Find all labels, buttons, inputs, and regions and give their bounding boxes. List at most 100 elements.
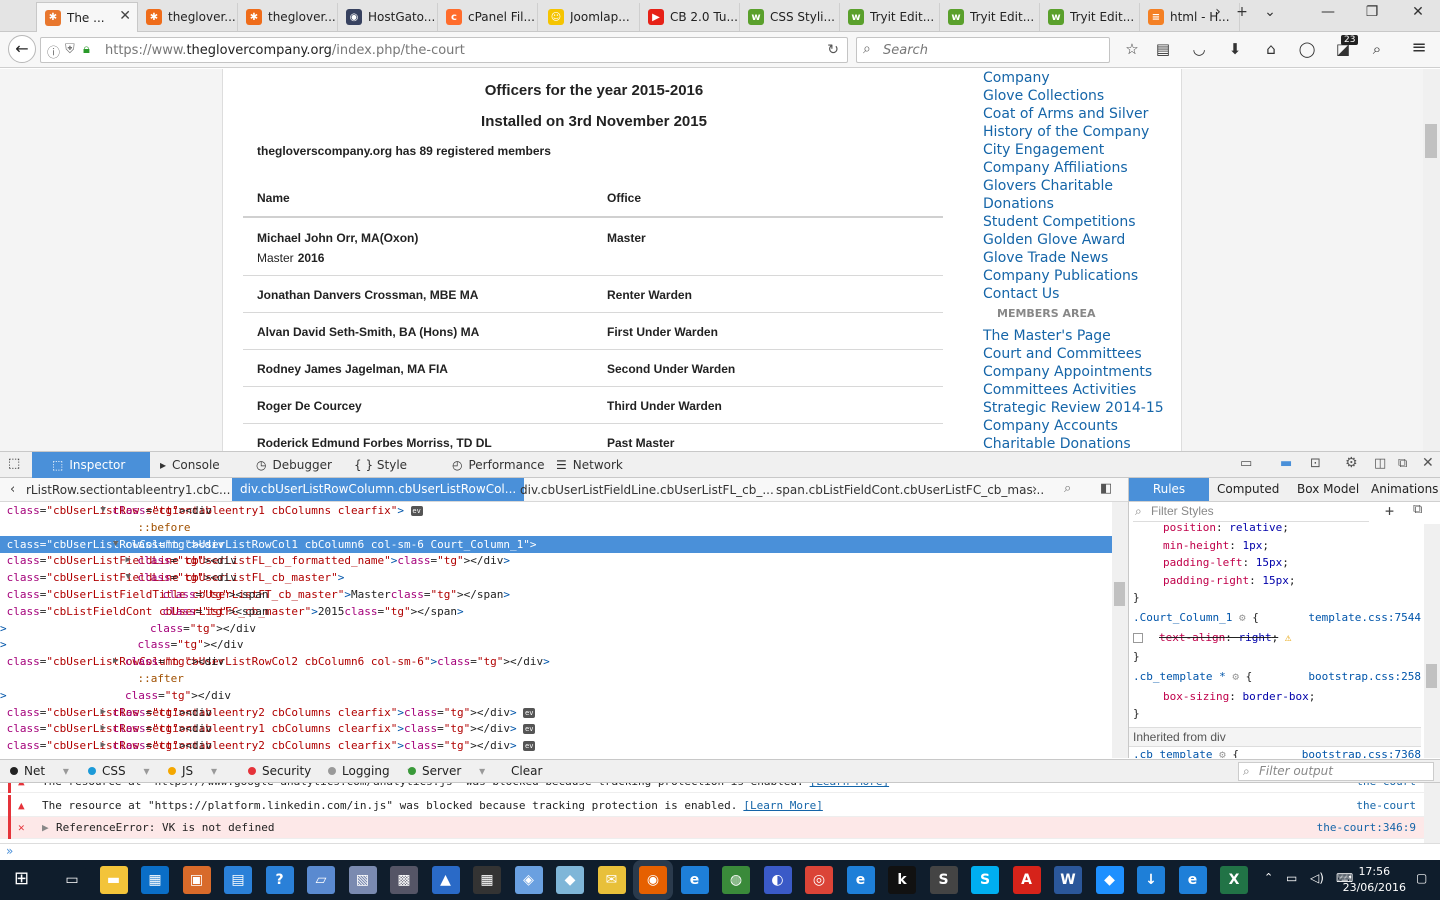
messenger-icon[interactable]: ◆ — [1095, 866, 1124, 894]
markup-line[interactable]: ::before — [0, 519, 1112, 536]
search-bar[interactable]: ⌕ Search — [856, 37, 1110, 63]
element-picker-icon[interactable]: ⬚ — [8, 456, 20, 471]
word-icon[interactable]: W — [1054, 866, 1082, 894]
sidebar-link[interactable]: Company — [983, 70, 1050, 86]
sidebar-link[interactable]: Company Publications — [983, 268, 1138, 284]
browser-tab[interactable]: ✱ theglover... — [138, 3, 238, 31]
markup-line[interactable]: class="tg"></div > — [0, 620, 1112, 637]
console-filter-security[interactable]: Security ▾ — [248, 764, 335, 778]
undock-icon[interactable]: ⧉ — [1398, 456, 1407, 471]
acrobat-icon[interactable]: A — [1012, 866, 1041, 894]
minimize-icon[interactable]: — — [1306, 4, 1350, 26]
browser-tab[interactable]: w CSS Styli... — [740, 3, 840, 31]
learn-more-link[interactable]: [Learn More] — [810, 783, 889, 788]
reading-list-icon[interactable]: ▤ — [1153, 40, 1173, 60]
breadcrumb-item[interactable]: rListRow.sectiontableentry1.cbC... — [26, 483, 230, 497]
pseudo-class-toggle-icon[interactable]: ⧉ — [1413, 502, 1422, 517]
rules-tab[interactable]: Rules — [1129, 478, 1209, 501]
system-clock[interactable]: 17:56 23/06/2016 — [1343, 864, 1406, 896]
breadcrumb-item[interactable]: div.cbUserListFieldLine.cbUserListFL_cb_… — [520, 483, 774, 497]
sidebar-link[interactable]: Golden Glove Award — [983, 232, 1125, 248]
markup-line[interactable]: ▶ class="tg"><div class="cbUserListFieldL… — [0, 552, 1112, 569]
console-filter-css[interactable]: CSS ▾ — [88, 764, 149, 778]
markup-expander-icon[interactable]: ▼ — [113, 536, 118, 553]
maximize-icon[interactable]: ❐ — [1350, 4, 1394, 26]
console-filter-js[interactable]: JS ▾ — [168, 764, 217, 778]
sidebar-link[interactable]: Committees Activities — [983, 382, 1136, 398]
event-badge-icon[interactable]: ev — [523, 724, 536, 735]
app-icon-3[interactable]: ▱ — [307, 866, 335, 894]
tab-style-editor[interactable]: { } Style Editor — [334, 452, 432, 498]
chat-icon[interactable]: ◯ — [1297, 40, 1317, 60]
responsive-mode-icon[interactable]: ▭ — [1240, 456, 1252, 471]
markup-expander-icon[interactable]: ▶ — [101, 720, 106, 737]
sidebar-link[interactable]: Court and Committees — [983, 346, 1142, 362]
markup-expander-icon[interactable]: ▶ — [101, 704, 106, 721]
expand-stack-icon[interactable]: ▶ — [42, 817, 49, 839]
new-tab-icon[interactable]: + — [1230, 4, 1254, 26]
tab-performance[interactable]: ◴ Performance — [432, 452, 545, 478]
download-icon[interactable]: ⬇ — [1225, 40, 1245, 60]
ie-icon[interactable]: e — [1178, 866, 1207, 894]
markup-expander-icon[interactable]: ▼ — [101, 502, 106, 519]
dock-side-icon[interactable]: ◫ — [1374, 456, 1386, 471]
rules-tab[interactable]: Box Model — [1297, 478, 1359, 501]
add-rule-icon[interactable]: + — [1385, 502, 1394, 520]
url-text[interactable]: https://www.theglovercompany.org/index.p… — [105, 43, 465, 58]
rules-tab[interactable]: Computed — [1217, 478, 1279, 501]
markup-line[interactable]: ▶ class="tg"><div class="cbUserListRow se… — [0, 737, 1112, 754]
firefox-icon[interactable]: ◉ — [639, 866, 667, 894]
console-source-link[interactable]: the-court:346:9 — [1317, 817, 1416, 839]
address-bar[interactable]: ⓘ ⛨ 🔒︎ https://www.theglovercompany.org/… — [40, 37, 848, 63]
browser-tab[interactable]: ✱ theglover... — [238, 3, 338, 31]
sidebar-link[interactable]: City Engagement — [983, 142, 1104, 158]
browser-tab[interactable]: w Tryit Edit... — [940, 3, 1040, 31]
sidebar-link[interactable]: Charitable Donations — [983, 436, 1131, 451]
app-icon-9[interactable]: ✉ — [597, 866, 626, 894]
excel-icon[interactable]: X — [1220, 866, 1248, 894]
edge-icon-2[interactable]: e — [846, 866, 875, 894]
console-filter-server[interactable]: Server ▾ — [408, 764, 485, 778]
sidebar-link[interactable]: Student Competitions — [983, 214, 1136, 230]
breadcrumb-item[interactable]: span.cbListFieldCont.cbUserListFC_cb_mas… — [776, 483, 1044, 497]
sidebar-link[interactable]: Glovers Charitable — [983, 178, 1113, 194]
browser-tab[interactable]: w Tryit Edit... — [840, 3, 940, 31]
markup-expander-icon[interactable]: ▶ — [126, 552, 131, 569]
sidebar-link[interactable]: History of the Company — [983, 124, 1149, 140]
tracking-shield-icon[interactable]: ⛨ — [65, 42, 75, 57]
tab-scroll-right-icon[interactable]: › — [1206, 4, 1230, 26]
filter-output-input[interactable]: ⌕ Filter output — [1238, 762, 1434, 781]
app-icon-7[interactable]: ◈ — [514, 866, 543, 894]
close-window-icon[interactable]: ✕ — [1396, 4, 1440, 26]
event-badge-icon[interactable]: ev — [410, 506, 423, 516]
console-filter-logging[interactable]: Logging ▾ — [328, 764, 413, 778]
markup-expander-icon[interactable]: ▶ — [101, 737, 106, 754]
console-filter-net[interactable]: Net ▾ — [10, 764, 69, 778]
clear-console-button[interactable]: Clear — [511, 764, 542, 778]
tab-network[interactable]: ☰ Network — [536, 452, 626, 478]
breadcrumb-right-icon[interactable]: › — [1032, 482, 1037, 497]
app-icon-2[interactable]: ▤ — [224, 866, 252, 894]
download-icon[interactable]: ↓ — [1137, 866, 1165, 894]
browser-tab[interactable]: ◉ HostGato... — [338, 3, 438, 31]
event-badge-icon[interactable]: ev — [523, 741, 536, 752]
store-icon[interactable]: ▦ — [141, 866, 169, 894]
info-icon[interactable]: ⓘ — [47, 42, 60, 61]
console-source-link[interactable]: the-court — [1356, 783, 1416, 793]
close-devtools-icon[interactable]: ✕ — [1422, 455, 1434, 471]
markup-line[interactable]: class="tg"></div > — [0, 636, 1112, 653]
sidebar-link[interactable]: Strategic Review 2014-15 — [983, 400, 1164, 416]
markup-scrollbar[interactable] — [1112, 502, 1128, 758]
rules-tab[interactable]: Animations — [1371, 478, 1438, 501]
console-scrollbar[interactable] — [1424, 783, 1440, 843]
app-icon-6[interactable]: ▲ — [431, 866, 460, 894]
list-tabs-icon[interactable]: ⌄ — [1258, 4, 1282, 26]
lock-icon[interactable]: 🔒︎ — [83, 42, 90, 57]
tray-chevron-icon[interactable]: ⌃ — [1264, 871, 1273, 884]
markup-line[interactable]: class="tg"></div > — [0, 687, 1112, 704]
page-scrollbar[interactable] — [1423, 69, 1440, 451]
filter-dropdown-icon[interactable]: ▾ — [207, 764, 217, 778]
rule-source-link[interactable]: bootstrap.css:258 — [1293, 670, 1421, 683]
learn-more-link[interactable]: [Learn More] — [743, 799, 822, 812]
sidebar-link[interactable]: Company Appointments — [983, 364, 1152, 380]
